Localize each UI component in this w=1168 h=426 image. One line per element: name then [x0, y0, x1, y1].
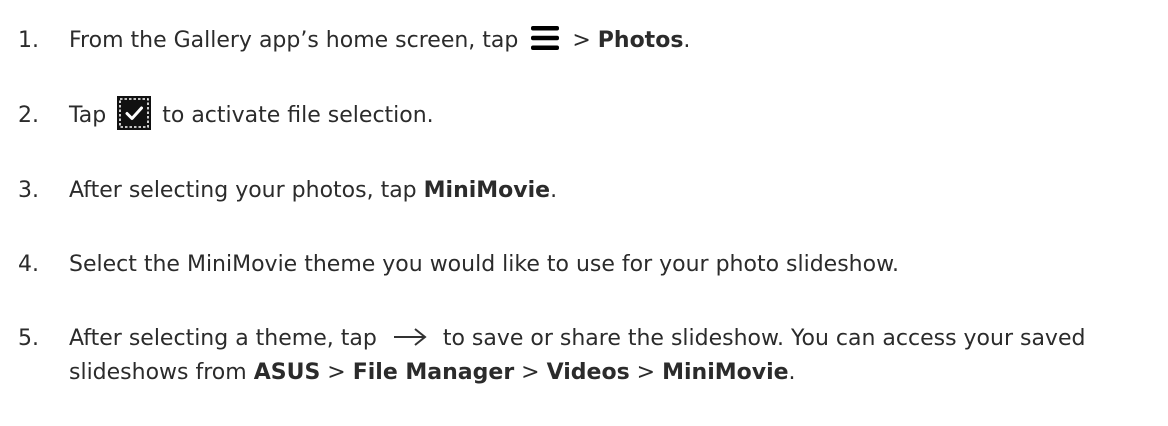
step-number: 3. [18, 178, 39, 203]
step-2: 2. Tap to activate file selection. [18, 96, 1158, 133]
step-text: Select the MiniMovie theme you would lik… [69, 252, 900, 277]
step-3: 3. After selecting your photos, tap Mini… [18, 174, 1158, 208]
step-text: After selecting a theme, tap to save or … [69, 326, 1086, 385]
step-number: 5. [18, 326, 39, 351]
minimovie-path-label: MiniMovie [662, 360, 789, 385]
menu-icon [531, 26, 560, 50]
step-1: 1. From the Gallery app’s home screen, t… [18, 24, 1158, 58]
step-number: 2. [18, 103, 39, 128]
arrow-right-icon [393, 328, 427, 346]
step-number: 4. [18, 252, 39, 277]
videos-label: Videos [546, 360, 630, 385]
asus-label: ASUS [253, 360, 321, 385]
step-text: After selecting your photos, tap MiniMov… [69, 178, 558, 203]
photos-label: Photos [597, 28, 684, 53]
step-text: Tap to activate file selection. [69, 96, 1158, 133]
step-5: 5. After selecting a theme, tap to save … [18, 322, 1158, 390]
select-files-icon [117, 96, 152, 130]
step-4: 4. Select the MiniMovie theme you would … [18, 248, 1158, 282]
step-text: From the Gallery app’s home screen, tap … [69, 24, 1158, 58]
step-number: 1. [18, 28, 39, 53]
file-manager-label: File Manager [352, 360, 515, 385]
minimovie-label: MiniMovie [423, 178, 551, 203]
